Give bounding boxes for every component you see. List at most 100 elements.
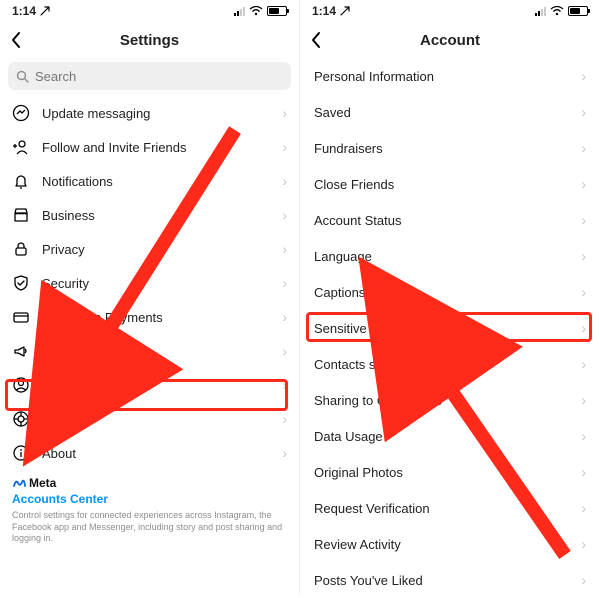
battery-icon xyxy=(267,6,287,16)
nav-bar: Account xyxy=(300,22,600,58)
chevron-right-icon: › xyxy=(282,275,287,291)
row-language[interactable]: Language› xyxy=(300,238,600,274)
row-label: Fundraisers xyxy=(314,141,569,156)
search-input[interactable] xyxy=(35,69,283,84)
wifi-icon xyxy=(249,6,263,16)
chevron-right-icon: › xyxy=(282,309,287,325)
chevron-right-icon: › xyxy=(581,284,586,300)
row-promotion-payments[interactable]: Promotion Payments › xyxy=(0,300,299,334)
chevron-right-icon: › xyxy=(282,105,287,121)
chevron-right-icon: › xyxy=(581,248,586,264)
wifi-icon xyxy=(550,6,564,16)
chevron-right-icon: › xyxy=(282,207,287,223)
row-request-verification[interactable]: Request Verification› xyxy=(300,490,600,526)
row-label: Promotion Payments xyxy=(42,310,270,325)
row-label: Account Status xyxy=(314,213,569,228)
chevron-right-icon: › xyxy=(282,241,287,257)
row-original-photos[interactable]: Original Photos › xyxy=(300,454,600,490)
row-account[interactable]: Account › xyxy=(0,368,299,402)
meta-icon xyxy=(12,478,26,488)
nav-bar: Settings xyxy=(0,22,299,58)
location-icon xyxy=(40,6,50,16)
cellular-icon xyxy=(535,7,546,16)
row-account-status[interactable]: Account Status› xyxy=(300,202,600,238)
row-help[interactable]: Help › xyxy=(0,402,299,436)
row-privacy[interactable]: Privacy › xyxy=(0,232,299,266)
row-notifications[interactable]: Notifications › xyxy=(0,164,299,198)
accounts-center-link[interactable]: Accounts Center xyxy=(12,492,287,506)
row-posts-youve-liked[interactable]: Posts You've Liked › xyxy=(300,562,600,598)
cellular-icon xyxy=(234,7,245,16)
row-label: Close Friends xyxy=(314,177,569,192)
chevron-right-icon: › xyxy=(581,428,586,444)
row-follow-invite[interactable]: Follow and Invite Friends › xyxy=(0,130,299,164)
row-update-messaging[interactable]: Update messaging › xyxy=(0,96,299,130)
row-label: Captions xyxy=(314,285,569,300)
search-field[interactable] xyxy=(8,62,291,90)
chevron-right-icon: › xyxy=(282,445,287,461)
status-bar: 1:14 xyxy=(0,0,299,22)
back-button[interactable] xyxy=(10,31,22,49)
row-label: Contacts syncing xyxy=(314,357,569,372)
chevron-right-icon: › xyxy=(581,572,586,588)
shield-icon xyxy=(12,274,30,292)
chevron-right-icon: › xyxy=(581,356,586,372)
row-label: Data Usage xyxy=(314,429,569,444)
page-title: Settings xyxy=(120,32,179,49)
meta-brand: Meta xyxy=(12,476,287,490)
chevron-right-icon: › xyxy=(581,140,586,156)
row-label: Account xyxy=(42,378,270,393)
chevron-right-icon: › xyxy=(282,377,287,393)
row-label: Posts You've Liked xyxy=(314,573,569,588)
info-icon xyxy=(12,444,30,462)
row-close-friends[interactable]: Close Friends› xyxy=(300,166,600,202)
messenger-icon xyxy=(12,104,30,122)
row-captions[interactable]: Captions › xyxy=(300,274,600,310)
row-label: Follow and Invite Friends xyxy=(42,140,270,155)
chevron-right-icon: › xyxy=(282,343,287,359)
meta-label: Meta xyxy=(29,476,56,490)
storefront-icon xyxy=(12,206,30,224)
search-icon xyxy=(16,70,29,83)
row-fundraisers[interactable]: Fundraisers › xyxy=(300,130,600,166)
status-time: 1:14 xyxy=(12,4,36,18)
footer-description: Control settings for connected experienc… xyxy=(12,510,287,545)
chevron-right-icon: › xyxy=(581,104,586,120)
account-screen: 1:14 Account Personal Information› Saved… xyxy=(300,0,600,595)
page-title: Account xyxy=(420,32,480,49)
chevron-right-icon: › xyxy=(581,500,586,516)
row-sensitive-content-control[interactable]: Sensitive Content Control› xyxy=(300,310,600,346)
row-personal-information[interactable]: Personal Information› xyxy=(300,58,600,94)
row-security[interactable]: Security › xyxy=(0,266,299,300)
status-time: 1:14 xyxy=(312,4,336,18)
row-label: About xyxy=(42,446,270,461)
row-review-activity[interactable]: Review Activity› xyxy=(300,526,600,562)
row-about[interactable]: About › xyxy=(0,436,299,470)
add-person-icon xyxy=(12,138,30,156)
row-label: Business xyxy=(42,208,270,223)
row-label: Ads xyxy=(42,344,270,359)
row-label: Original Photos xyxy=(314,465,569,480)
row-ads[interactable]: Ads › xyxy=(0,334,299,368)
row-sharing-other-apps[interactable]: Sharing to Other Apps› xyxy=(300,382,600,418)
chevron-right-icon: › xyxy=(581,464,586,480)
row-label: Sensitive Content Control xyxy=(314,321,569,336)
chevron-right-icon: › xyxy=(282,139,287,155)
row-business[interactable]: Business › xyxy=(0,198,299,232)
chevron-right-icon: › xyxy=(282,173,287,189)
battery-icon xyxy=(568,6,588,16)
footer: Meta Accounts Center Control settings fo… xyxy=(0,470,299,545)
account-icon xyxy=(12,376,30,394)
row-contacts-syncing[interactable]: Contacts syncing › xyxy=(300,346,600,382)
chevron-right-icon: › xyxy=(581,392,586,408)
bell-icon xyxy=(12,172,30,190)
row-saved[interactable]: Saved› xyxy=(300,94,600,130)
megaphone-icon xyxy=(12,342,30,360)
row-label: Privacy xyxy=(42,242,270,257)
row-label: Update messaging xyxy=(42,106,270,121)
back-button[interactable] xyxy=(310,31,322,49)
row-data-usage[interactable]: Data Usage › xyxy=(300,418,600,454)
chevron-right-icon: › xyxy=(282,411,287,427)
help-icon xyxy=(12,410,30,428)
row-label: Notifications xyxy=(42,174,270,189)
